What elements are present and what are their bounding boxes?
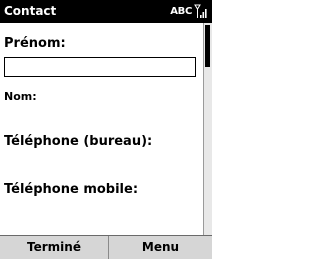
scrollbar-thumb[interactable] xyxy=(205,25,210,67)
done-softkey[interactable]: Terminé xyxy=(0,236,108,259)
signal-strength-icon xyxy=(194,4,207,18)
first-name-label: Prénom: xyxy=(4,36,66,51)
title-bar: Contact ABC xyxy=(0,0,212,23)
last-name-label[interactable]: Nom: xyxy=(4,89,37,105)
softkey-bar: Terminé Menu xyxy=(0,235,212,259)
input-mode-indicator: ABC xyxy=(170,6,192,17)
work-phone-label[interactable]: Téléphone (bureau): xyxy=(4,134,152,150)
mobile-phone-label[interactable]: Téléphone mobile: xyxy=(4,182,138,198)
form-content: Prénom: Nom: Téléphone (bureau): Télépho… xyxy=(0,23,203,235)
menu-softkey[interactable]: Menu xyxy=(109,236,212,259)
contact-screen: Contact ABC Prénom: Nom: Téléphone (bure… xyxy=(0,0,212,259)
vertical-scrollbar[interactable] xyxy=(203,23,212,235)
screen-title: Contact xyxy=(4,4,57,18)
first-name-input[interactable] xyxy=(4,57,196,77)
